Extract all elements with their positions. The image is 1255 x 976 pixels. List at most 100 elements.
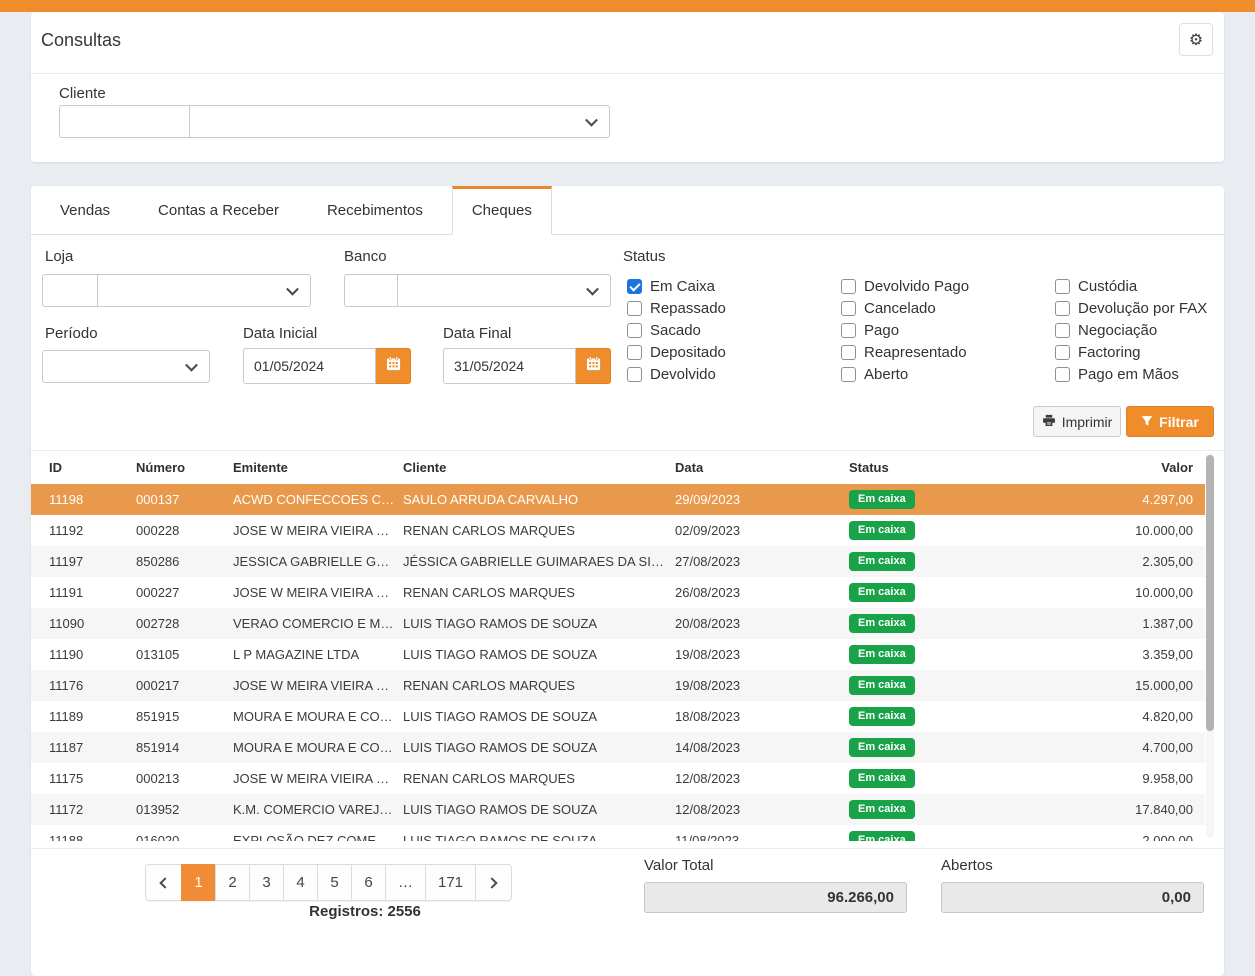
tab-cheques[interactable]: Cheques bbox=[452, 186, 552, 235]
periodo-select[interactable] bbox=[42, 350, 210, 383]
tab-recebimentos[interactable]: Recebimentos bbox=[308, 186, 442, 235]
cell-numero: 002728 bbox=[136, 616, 233, 631]
status-option-factoring[interactable]: Factoring bbox=[1055, 341, 1207, 363]
status-option-depositado[interactable]: Depositado bbox=[627, 341, 726, 363]
status-option-label: Pago em Mãos bbox=[1078, 366, 1179, 383]
status-option-cust-dia[interactable]: Custódia bbox=[1055, 275, 1207, 297]
data-inicial-calendar-button[interactable] bbox=[376, 348, 411, 384]
cell-status: Em caixa bbox=[849, 769, 1017, 788]
checkbox-unchecked-icon[interactable] bbox=[627, 345, 642, 360]
table-row[interactable]: 11192000228JOSE W MEIRA VIEIRA JUNIORREN… bbox=[31, 515, 1205, 546]
pagination-next-button[interactable] bbox=[475, 864, 512, 901]
status-option-sacado[interactable]: Sacado bbox=[627, 319, 726, 341]
pagination-page-1[interactable]: 1 bbox=[181, 864, 216, 901]
page-title: Consultas bbox=[41, 30, 121, 51]
checkbox-unchecked-icon[interactable] bbox=[841, 345, 856, 360]
checkbox-unchecked-icon[interactable] bbox=[841, 279, 856, 294]
status-option-devolvido-pago[interactable]: Devolvido Pago bbox=[841, 275, 969, 297]
pagination-page-6[interactable]: 6 bbox=[351, 864, 386, 901]
status-badge: Em caixa bbox=[849, 614, 915, 633]
cell-data: 29/09/2023 bbox=[675, 492, 849, 507]
status-option-negocia-o[interactable]: Negociação bbox=[1055, 319, 1207, 341]
status-option-pago-em-m-os[interactable]: Pago em Mãos bbox=[1055, 363, 1207, 385]
banco-select[interactable] bbox=[397, 274, 611, 307]
checkbox-unchecked-icon[interactable] bbox=[1055, 301, 1070, 316]
status-option-repassado[interactable]: Repassado bbox=[627, 297, 726, 319]
table-row[interactable]: 11175000213JOSE W MEIRA VIEIRA JUNIORREN… bbox=[31, 763, 1205, 794]
checkbox-checked-icon[interactable] bbox=[627, 279, 642, 294]
checkbox-unchecked-icon[interactable] bbox=[627, 367, 642, 382]
table-row[interactable]: 11172013952K.M. COMERCIO VAREJISTA …LUIS… bbox=[31, 794, 1205, 825]
table-row[interactable]: 11090002728VERAO COMERCIO E MODAS…LUIS T… bbox=[31, 608, 1205, 639]
banco-field-group bbox=[344, 274, 611, 307]
status-option-em-caixa[interactable]: Em Caixa bbox=[627, 275, 726, 297]
loja-select[interactable] bbox=[97, 274, 311, 307]
status-option-devolu-o-por-fax[interactable]: Devolução por FAX bbox=[1055, 297, 1207, 319]
top-accent-bar bbox=[0, 0, 1255, 12]
checkbox-unchecked-icon[interactable] bbox=[1055, 323, 1070, 338]
filtrar-button[interactable]: Filtrar bbox=[1126, 406, 1214, 437]
table-row[interactable]: 11187851914MOURA E MOURA E COM VA…LUIS T… bbox=[31, 732, 1205, 763]
status-option-cancelado[interactable]: Cancelado bbox=[841, 297, 969, 319]
status-option-devolvido[interactable]: Devolvido bbox=[627, 363, 726, 385]
status-option-aberto[interactable]: Aberto bbox=[841, 363, 969, 385]
checkbox-unchecked-icon[interactable] bbox=[1055, 367, 1070, 382]
table-row[interactable]: 11189851915MOURA E MOURA E COM VA…LUIS T… bbox=[31, 701, 1205, 732]
status-option-label: Devolução por FAX bbox=[1078, 300, 1207, 317]
status-option-label: Sacado bbox=[650, 322, 701, 339]
cell-id: 11191 bbox=[31, 585, 136, 600]
table-row[interactable]: 11190013105L P MAGAZINE LTDALUIS TIAGO R… bbox=[31, 639, 1205, 670]
settings-button[interactable]: ⚙ bbox=[1179, 23, 1213, 56]
column-header-emitente: Emitente bbox=[233, 460, 403, 475]
data-final-calendar-button[interactable] bbox=[576, 348, 611, 384]
data-inicial-input[interactable] bbox=[243, 348, 376, 384]
checkbox-unchecked-icon[interactable] bbox=[841, 367, 856, 382]
table-row[interactable]: 11198000137ACWD CONFECCOES COMER…SAULO A… bbox=[31, 484, 1205, 515]
cell-id: 11090 bbox=[31, 616, 136, 631]
banco-code-input[interactable] bbox=[344, 274, 398, 307]
checkbox-unchecked-icon[interactable] bbox=[1055, 345, 1070, 360]
pagination-page-5[interactable]: 5 bbox=[317, 864, 352, 901]
cell-data: 27/08/2023 bbox=[675, 554, 849, 569]
cell-emitente: JESSICA GABRIELLE GUIMA… bbox=[233, 554, 403, 569]
status-option-label: Em Caixa bbox=[650, 278, 715, 295]
cliente-select[interactable] bbox=[189, 105, 610, 138]
pagination-page-2[interactable]: 2 bbox=[215, 864, 250, 901]
consultas-card-header: Consultas ⚙ bbox=[31, 12, 1224, 74]
checkbox-unchecked-icon[interactable] bbox=[1055, 279, 1070, 294]
cliente-code-input[interactable] bbox=[59, 105, 190, 138]
cell-data: 26/08/2023 bbox=[675, 585, 849, 600]
checkbox-unchecked-icon[interactable] bbox=[627, 301, 642, 316]
pagination-prev-button[interactable] bbox=[145, 864, 182, 901]
tab-contas-a-receber[interactable]: Contas a Receber bbox=[139, 186, 298, 235]
table-scrollbar-thumb[interactable] bbox=[1206, 455, 1214, 731]
data-final-input[interactable] bbox=[443, 348, 576, 384]
cell-emitente: L P MAGAZINE LTDA bbox=[233, 647, 403, 662]
checkbox-unchecked-icon[interactable] bbox=[841, 301, 856, 316]
abertos-label: Abertos bbox=[941, 857, 993, 874]
table-row[interactable]: 11191000227JOSE W MEIRA VIEIRA JUNIORREN… bbox=[31, 577, 1205, 608]
table-row[interactable]: 11176000217JOSE W MEIRA VIEIRA JUNIORREN… bbox=[31, 670, 1205, 701]
pagination-page-3[interactable]: 3 bbox=[249, 864, 284, 901]
status-column-3: Custódia Devolução por FAX NegociaçãoFacto… bbox=[1055, 275, 1207, 385]
status-option-label: Cancelado bbox=[864, 300, 936, 317]
tab-vendas[interactable]: Vendas bbox=[41, 186, 129, 235]
cell-id: 11188 bbox=[31, 833, 136, 841]
table-row[interactable]: 11188016020EXPLOSÃO DEZ COMERCIO…LUIS TI… bbox=[31, 825, 1205, 841]
pagination-page-4[interactable]: 4 bbox=[283, 864, 318, 901]
cell-cliente: RENAN CARLOS MARQUES bbox=[403, 523, 675, 538]
cell-cliente: LUIS TIAGO RAMOS DE SOUZA bbox=[403, 616, 675, 631]
loja-code-input[interactable] bbox=[42, 274, 98, 307]
status-option-label: Reapresentado bbox=[864, 344, 967, 361]
pagination-ellipsis[interactable]: … bbox=[385, 864, 426, 901]
checkbox-unchecked-icon[interactable] bbox=[627, 323, 642, 338]
imprimir-button[interactable]: Imprimir bbox=[1033, 406, 1121, 437]
periodo-label: Período bbox=[45, 325, 98, 342]
status-option-reapresentado[interactable]: Reapresentado bbox=[841, 341, 969, 363]
abertos-value bbox=[941, 882, 1204, 913]
table-row[interactable]: 11197850286JESSICA GABRIELLE GUIMA…JÉSSI… bbox=[31, 546, 1205, 577]
status-option-pago[interactable]: Pago bbox=[841, 319, 969, 341]
checkbox-unchecked-icon[interactable] bbox=[841, 323, 856, 338]
filtrar-button-label: Filtrar bbox=[1159, 414, 1199, 430]
pagination-page-171[interactable]: 171 bbox=[425, 864, 476, 901]
